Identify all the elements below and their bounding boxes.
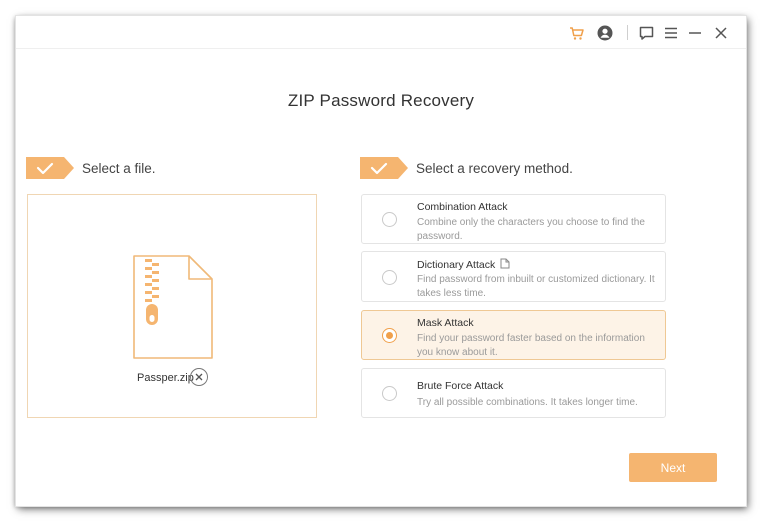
remove-file-button[interactable] (190, 368, 208, 386)
zip-file-icon (133, 255, 213, 359)
file-drop-zone[interactable]: Passper.zip (27, 194, 317, 418)
app-window: ZIP Password Recovery Select a file. Pas… (16, 16, 746, 506)
file-step-header: Select a file. (26, 157, 156, 179)
close-icon[interactable] (712, 24, 730, 42)
check-tag-icon (26, 157, 74, 179)
method-description: Find password from inbuilt or customized… (417, 274, 655, 299)
method-mask-attack[interactable]: Mask Attack Find your password faster ba… (361, 310, 666, 360)
method-combination-attack[interactable]: Combination Attack Combine only the char… (361, 194, 666, 244)
method-description: Try all possible combinations. It takes … (417, 397, 638, 408)
cart-icon[interactable] (568, 24, 586, 42)
method-title: Dictionary Attack (417, 259, 496, 271)
menu-icon[interactable] (662, 24, 680, 42)
check-tag-icon (360, 157, 408, 179)
file-step-label: Select a file. (82, 160, 156, 176)
minimize-icon[interactable] (686, 24, 704, 42)
method-description: Combine only the characters you choose t… (417, 217, 645, 242)
document-icon[interactable] (500, 258, 510, 269)
radio-button[interactable] (382, 270, 397, 285)
method-title: Combination Attack (417, 201, 508, 213)
radio-button-selected[interactable] (382, 328, 397, 343)
titlebar-divider (627, 25, 628, 40)
radio-button[interactable] (382, 212, 397, 227)
method-dictionary-attack[interactable]: Dictionary Attack Find password from inb… (361, 251, 666, 302)
file-name: Passper.zip (137, 372, 194, 384)
account-icon[interactable] (596, 24, 614, 42)
method-step-label: Select a recovery method. (416, 160, 573, 176)
page-title: ZIP Password Recovery (287, 91, 475, 110)
method-title: Mask Attack (417, 317, 474, 329)
method-brute-force-attack[interactable]: Brute Force Attack Try all possible comb… (361, 368, 666, 418)
close-circle-icon (195, 373, 203, 381)
method-description: Find your password faster based on the i… (417, 333, 645, 358)
next-button[interactable]: Next (629, 453, 717, 482)
method-title-row: Dictionary Attack (417, 258, 510, 271)
feedback-icon[interactable] (637, 24, 655, 42)
method-step-header: Select a recovery method. (360, 157, 573, 179)
method-title: Brute Force Attack (417, 380, 504, 392)
radio-button[interactable] (382, 386, 397, 401)
title-bar (16, 16, 746, 49)
